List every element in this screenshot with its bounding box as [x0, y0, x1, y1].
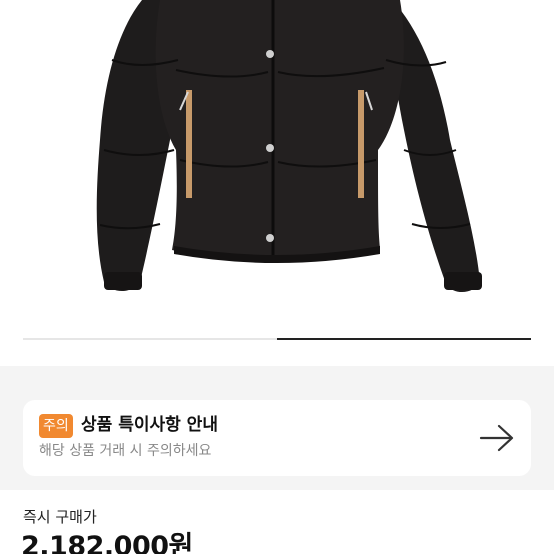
instant-buy-price-value: 2,182,000원 — [21, 531, 193, 554]
notice-subtitle: 해당 상품 거래 시 주의하세요 — [39, 443, 212, 459]
caution-badge: 주의 — [39, 414, 73, 438]
notice-title: 상품 특이사항 안내 — [81, 415, 218, 435]
product-notice-card[interactable]: 주의 상품 특이사항 안내 해당 상품 거래 시 주의하세요 — [23, 400, 531, 476]
product-detail-page: 주의 상품 특이사항 안내 해당 상품 거래 시 주의하세요 즉시 구매가 2,… — [0, 0, 554, 554]
instant-buy-price-label: 즉시 구매가 — [23, 508, 97, 526]
price-section: 즉시 구매가 2,182,000원 — [0, 490, 554, 554]
product-image-carousel[interactable] — [0, 0, 554, 340]
image-slider-progress — [277, 338, 531, 340]
product-image — [96, 0, 482, 293]
arrow-right-icon[interactable] — [479, 423, 515, 453]
image-slider-track[interactable] — [23, 338, 531, 340]
